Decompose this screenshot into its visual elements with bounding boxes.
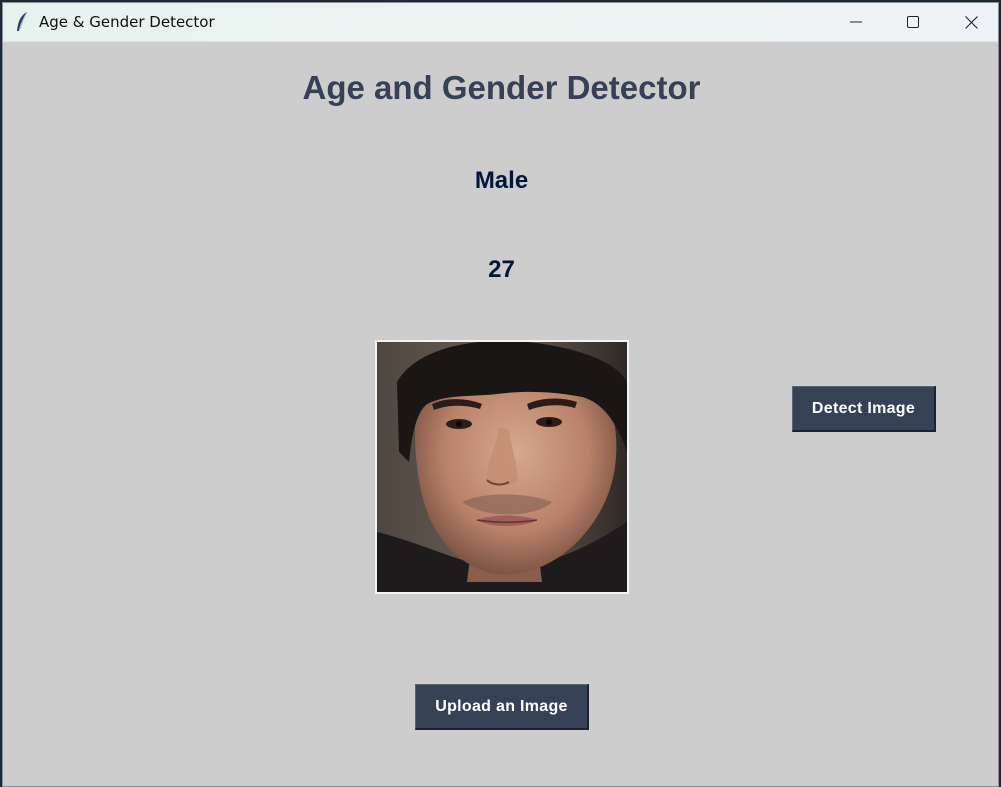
- gender-result-label: Male: [474, 167, 529, 194]
- detect-image-button[interactable]: Detect Image: [792, 386, 936, 432]
- title-bar[interactable]: Age & Gender Detector: [3, 3, 998, 42]
- minimize-button[interactable]: [827, 3, 885, 41]
- age-result-label: 27: [488, 256, 515, 283]
- close-button[interactable]: [942, 3, 998, 41]
- app-window: Age & Gender Detector Age and Gender Det…: [2, 2, 999, 787]
- maximize-button[interactable]: [884, 3, 942, 41]
- page-title: Age and Gender Detector: [302, 69, 701, 106]
- maximize-icon: [907, 16, 919, 28]
- close-icon: [964, 15, 978, 29]
- minimize-icon: [850, 16, 862, 28]
- window-title: Age & Gender Detector: [39, 13, 215, 31]
- upload-image-button[interactable]: Upload an Image: [415, 684, 589, 730]
- main-content: Age and Gender Detector Male 27 Detect I…: [3, 41, 998, 786]
- feather-icon: [15, 11, 29, 33]
- uploaded-face-image: [375, 340, 629, 594]
